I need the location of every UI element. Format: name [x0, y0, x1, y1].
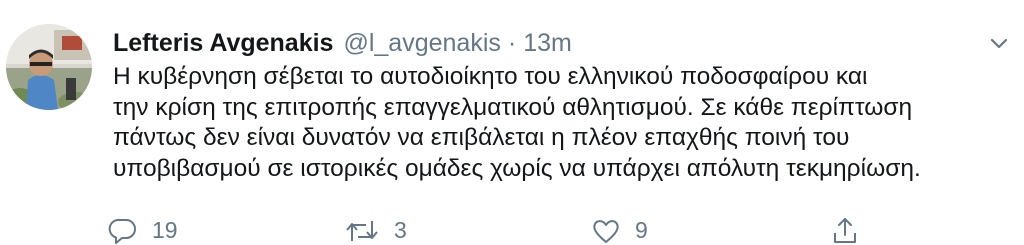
tweet-header: Lefteris Avgenakis @l_avgenakis · 13m: [113, 27, 572, 59]
tweet-text-line: υποβιβασμού σε ιστορικές ομάδες χωρίς να…: [113, 154, 921, 182]
retweet-button[interactable]: 3: [344, 215, 407, 245]
share-button[interactable]: [830, 215, 860, 245]
tweet-text-line: την κρίση της επιτροπής επαγγελματικού α…: [113, 93, 913, 121]
author-name[interactable]: Lefteris Avgenakis: [113, 27, 333, 59]
avatar[interactable]: [6, 24, 92, 110]
tweet-text: Η κυβέρνηση σέβεται το αυτοδιοίκητο του …: [113, 62, 1018, 184]
tweet-text-line: Η κυβέρνηση σέβεται το αυτοδιοίκητο του …: [113, 63, 868, 90]
timestamp[interactable]: 13m: [523, 27, 572, 59]
author-handle[interactable]: @l_avgenakis: [343, 27, 500, 59]
share-icon: [830, 215, 860, 245]
like-icon: [591, 215, 621, 245]
separator-dot: ·: [507, 29, 517, 57]
tweet[interactable]: Lefteris Avgenakis @l_avgenakis · 13m Η …: [0, 0, 1024, 245]
reply-count: 19: [152, 216, 178, 243]
like-count: 9: [635, 216, 648, 243]
reply-button[interactable]: 19: [108, 215, 178, 245]
tweet-text-line: πάντως δεν είναι δυνατόν να επιβάλεται η…: [113, 124, 850, 151]
reply-icon: [108, 215, 138, 245]
tweet-actions: 19 3 9: [108, 215, 1008, 245]
chevron-down-icon[interactable]: [985, 30, 1013, 58]
like-button[interactable]: 9: [591, 215, 648, 245]
retweet-count: 3: [394, 216, 407, 243]
retweet-icon: [344, 215, 380, 245]
